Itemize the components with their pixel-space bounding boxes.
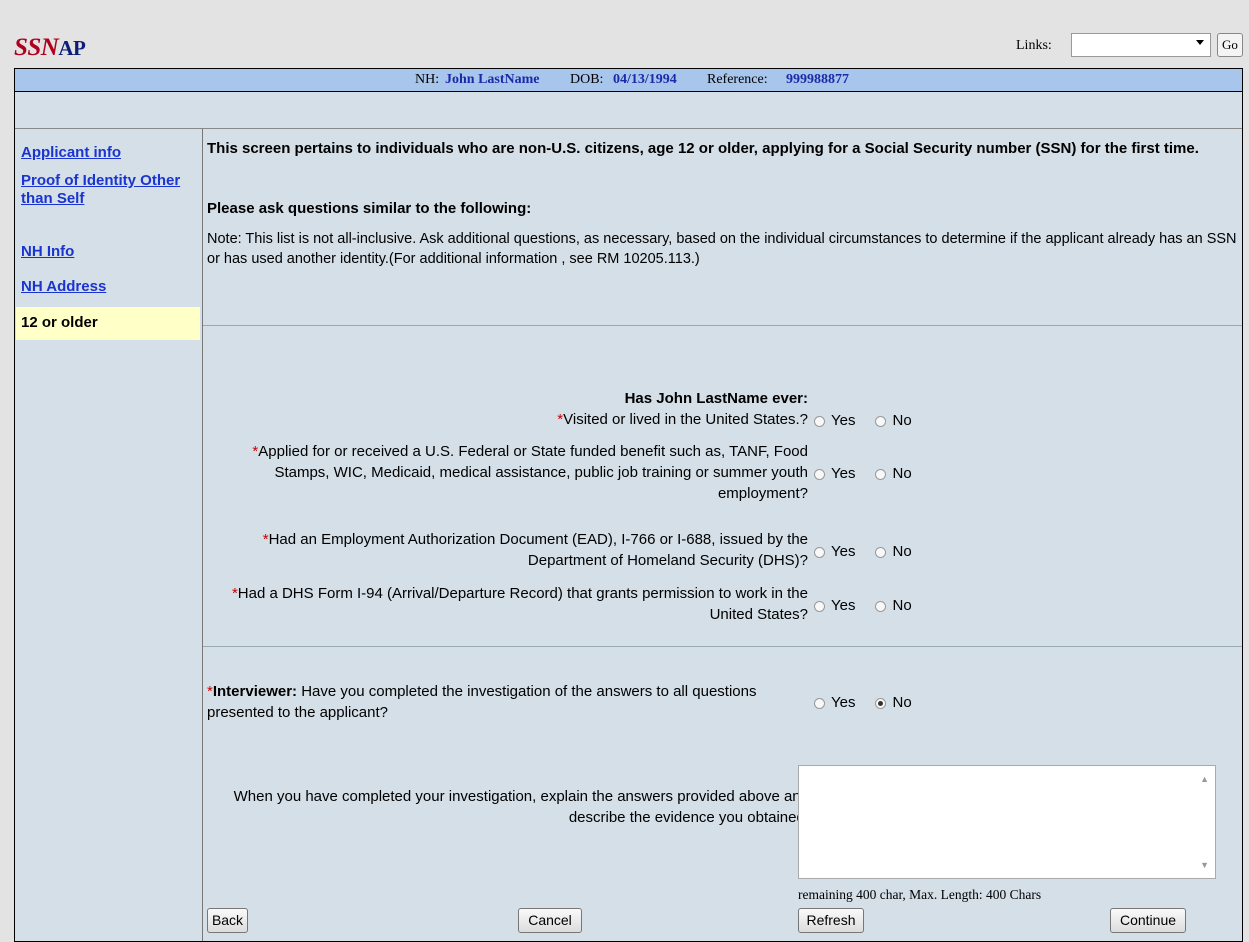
no-label: No [892, 543, 912, 560]
no-label: No [892, 465, 912, 482]
evidence-label: When you have completed your investigati… [233, 788, 809, 826]
back-button[interactable]: Back [207, 908, 248, 933]
links-select[interactable] [1071, 33, 1211, 57]
question-3-text: Had an Employment Authorization Document… [268, 531, 808, 569]
question-2-no-radio[interactable] [875, 468, 887, 480]
intro-note: Note: This list is not all-inclusive. As… [207, 231, 1237, 267]
app-logo: SSNAP [14, 34, 86, 62]
question-1-no-radio[interactable] [875, 415, 887, 427]
no-label: No [892, 412, 912, 429]
nh-label: NH: [415, 72, 440, 87]
yes-label: Yes [831, 465, 856, 482]
go-button[interactable]: Go [1217, 33, 1243, 57]
question-1: *Visited or lived in the United States.? [303, 409, 808, 430]
chevron-down-icon [1196, 40, 1204, 45]
interviewer-label: Interviewer: [212, 683, 298, 700]
question-2-text: Applied for or received a U.S. Federal o… [258, 443, 808, 502]
question-3-no-radio[interactable] [875, 546, 887, 558]
question-1-radio-group: Yes No [814, 410, 912, 431]
question-1-yes-radio[interactable] [814, 415, 825, 427]
refresh-button[interactable]: Refresh [798, 908, 864, 933]
question-4-text: Had a DHS Form I-94 (Arrival/Departure R… [237, 585, 808, 623]
header-spacer [15, 92, 1242, 129]
sidebar-item-nh-info[interactable]: NH Info [21, 243, 74, 261]
yes-label: Yes [831, 694, 856, 711]
evidence-textarea[interactable]: ▲ ▼ [798, 765, 1216, 879]
question-3-yes-radio[interactable] [814, 546, 825, 558]
dob-value: 04/13/1994 [613, 72, 677, 87]
question-4: *Had a DHS Form I-94 (Arrival/Departure … [223, 583, 808, 625]
question-4-radio-group: Yes No [814, 595, 912, 616]
char-counter: remaining 400 char, Max. Length: 400 Cha… [798, 887, 1042, 902]
no-label: No [892, 694, 912, 711]
question-2: *Applied for or received a U.S. Federal … [213, 441, 808, 504]
questions-title: Has John LastName ever: [624, 390, 808, 407]
question-1-text: Visited or lived in the United States.? [563, 411, 808, 428]
question-4-yes-radio[interactable] [814, 600, 825, 612]
question-2-radio-group: Yes No [814, 463, 912, 484]
intro-subheading: Please ask questions similar to the foll… [207, 200, 532, 217]
sidebar-item-nh-address[interactable]: NH Address [21, 278, 106, 296]
interviewer-yes-radio[interactable] [814, 697, 825, 709]
yes-label: Yes [831, 412, 856, 429]
cancel-button[interactable]: Cancel [518, 908, 582, 933]
sidebar-item-proof-of-identity[interactable]: Proof of Identity Other than Self [21, 172, 196, 208]
logo-ssn: SSN [14, 34, 59, 61]
no-label: No [892, 597, 912, 614]
logo-ap: AP [58, 36, 86, 60]
reference-value: 999988877 [786, 72, 849, 87]
question-3-radio-group: Yes No [814, 541, 912, 562]
sidebar-item-applicant-info[interactable]: Applicant info [21, 144, 121, 162]
sidebar-item-12-or-older[interactable]: 12 or older [16, 307, 200, 340]
links-label: Links: [1016, 38, 1052, 53]
question-3: *Had an Employment Authorization Documen… [223, 529, 808, 571]
yes-label: Yes [831, 597, 856, 614]
scroll-up-icon[interactable]: ▲ [1200, 774, 1209, 784]
divider [203, 646, 1242, 647]
main-frame: NH: John LastName DOB: 04/13/1994 Refere… [14, 68, 1243, 942]
applicant-info-bar: NH: John LastName DOB: 04/13/1994 Refere… [15, 69, 1242, 92]
dob-label: DOB: [570, 72, 604, 87]
interviewer-question: *Interviewer: Have you completed the inv… [207, 681, 797, 723]
top-bar: SSNAP Links: Go [0, 0, 1249, 68]
continue-button[interactable]: Continue [1110, 908, 1186, 933]
divider [203, 325, 1242, 326]
question-2-yes-radio[interactable] [814, 468, 825, 480]
sidebar: Applicant info Proof of Identity Other t… [15, 129, 203, 941]
interviewer-no-radio[interactable] [875, 697, 887, 709]
intro-heading: This screen pertains to individuals who … [207, 140, 1199, 157]
yes-label: Yes [831, 543, 856, 560]
scroll-down-icon[interactable]: ▼ [1200, 860, 1209, 870]
reference-label: Reference: [707, 72, 768, 87]
interviewer-radio-group: Yes No [814, 692, 912, 713]
question-4-no-radio[interactable] [875, 600, 887, 612]
nh-value: John LastName [445, 72, 540, 87]
